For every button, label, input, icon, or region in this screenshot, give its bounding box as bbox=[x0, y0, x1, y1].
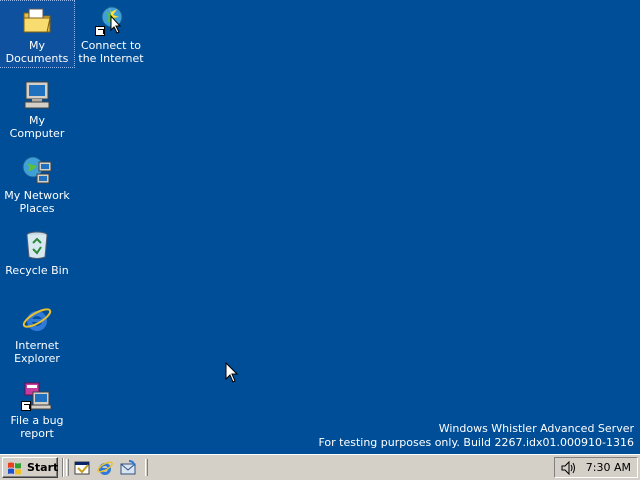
icon-label: My Documents bbox=[5, 39, 69, 65]
connect-to-internet-shortcut[interactable]: Connect to the Internet bbox=[74, 1, 148, 67]
network-places-icon bbox=[22, 156, 52, 184]
icon-label: My Computer bbox=[9, 114, 65, 140]
volume-icon[interactable] bbox=[560, 460, 576, 476]
computer-icon bbox=[24, 81, 50, 109]
shortcut-arrow-icon bbox=[21, 401, 31, 411]
my-computer-shortcut[interactable]: My Computer bbox=[0, 76, 74, 142]
system-tray: 7:30 AM bbox=[554, 457, 638, 478]
start-button[interactable]: Start bbox=[2, 457, 58, 478]
quick-launch-grip[interactable] bbox=[66, 459, 69, 476]
build-watermark: Windows Whistler Advanced Server For tes… bbox=[318, 422, 634, 450]
show-desktop-icon[interactable] bbox=[73, 459, 91, 477]
desktop[interactable]: My Documents Connect to the Internet My … bbox=[0, 0, 640, 454]
my-documents-shortcut[interactable]: My Documents bbox=[0, 0, 75, 68]
taskbar: Start 7:30 AM bbox=[0, 454, 640, 480]
icon-label: File a bug report bbox=[10, 414, 64, 440]
shortcut-arrow-icon bbox=[95, 26, 105, 36]
watermark-product-line: Windows Whistler Advanced Server bbox=[438, 422, 634, 435]
folder-documents-icon bbox=[23, 8, 51, 33]
icon-label: Recycle Bin bbox=[5, 264, 69, 277]
internet-explorer-shortcut[interactable]: Internet Explorer bbox=[0, 301, 74, 367]
taskbar-grip[interactable] bbox=[145, 459, 148, 476]
outlook-express-icon[interactable] bbox=[119, 459, 137, 477]
icon-label: Internet Explorer bbox=[14, 339, 60, 365]
internet-explorer-icon[interactable] bbox=[96, 459, 114, 477]
taskbar-separator bbox=[62, 458, 64, 477]
watermark-build-line: For testing purposes only. Build 2267.id… bbox=[318, 436, 634, 449]
file-a-bug-report-shortcut[interactable]: File a bug report bbox=[0, 376, 74, 442]
icon-label: My Network Places bbox=[4, 189, 70, 215]
internet-explorer-icon bbox=[22, 308, 52, 331]
icon-label: Connect to the Internet bbox=[78, 39, 144, 65]
windows-flag-icon bbox=[8, 462, 21, 475]
start-label: Start bbox=[27, 461, 59, 474]
clock[interactable]: 7:30 AM bbox=[586, 461, 631, 474]
my-network-places-shortcut[interactable]: My Network Places bbox=[0, 151, 74, 217]
recycle-bin-shortcut[interactable]: Recycle Bin bbox=[0, 226, 74, 292]
recycle-bin-icon bbox=[26, 231, 48, 259]
mouse-pointer-icon bbox=[225, 362, 239, 383]
